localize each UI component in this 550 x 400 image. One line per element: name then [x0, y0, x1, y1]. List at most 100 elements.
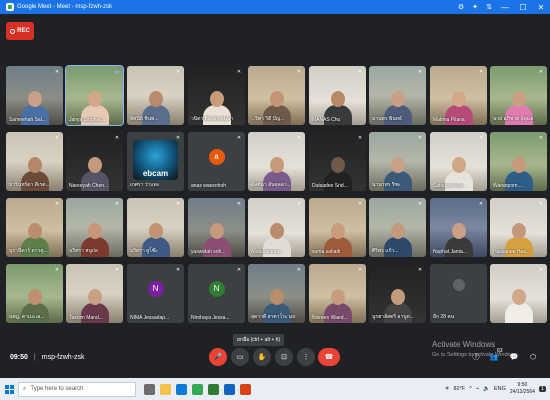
- participant-name: อีก 28 คน: [433, 314, 455, 320]
- participant-tile[interactable]: ✕ yuswidah soh...: [188, 198, 245, 257]
- participant-name: anas waesohoh: [191, 183, 227, 189]
- participant-tile[interactable]: ✕ MANAS Chu: [309, 66, 366, 125]
- avatar: a: [208, 148, 225, 165]
- mic-muted-icon: ✕: [296, 201, 302, 207]
- mic-muted-icon: ✕: [417, 135, 423, 141]
- task-view-icon[interactable]: [144, 383, 155, 395]
- participant-tile[interactable]: ✕ Matima Pilana: [430, 66, 487, 125]
- participant-tile[interactable]: ✕ Nareeyah Chen...: [66, 132, 123, 191]
- chat-button[interactable]: 💬: [508, 352, 520, 364]
- participant-name: ...ริตา วิดี ปัญ...: [251, 116, 285, 122]
- participant-tile[interactable]: ✕ Waranporn ...: [490, 132, 547, 191]
- taskbar-clock[interactable]: 9:50 24/12/2564: [510, 382, 535, 396]
- participant-tile[interactable]: ✕ Nuphat Janta...: [430, 198, 487, 257]
- maximize-button[interactable]: ☐: [514, 3, 532, 12]
- participant-name: สุดาวดี สาตาโระ มณฑ: [251, 314, 295, 320]
- participant-tile[interactable]: ✕ ดีสตินา อับดุลลา...: [248, 132, 305, 191]
- participant-tile[interactable]: ✕ วนิดา ยิ่งสมพงษ์เลา: [188, 66, 245, 125]
- participant-name: นริศรา หนูก่อ: [69, 248, 98, 254]
- participant-tile[interactable]: ✕ นานาพร รีซะ: [369, 132, 426, 191]
- participant-tile[interactable]: ✕ มารินทร์ดา ตีเรต...: [6, 132, 63, 191]
- participant-name: นูรฮาลัสตรี ลาบูด...: [372, 314, 414, 320]
- volume-icon[interactable]: 🔈: [483, 386, 490, 392]
- word-icon[interactable]: [224, 383, 235, 395]
- file-explorer-icon[interactable]: [160, 383, 171, 395]
- sync-icon[interactable]: ⇅: [482, 3, 496, 11]
- more-participants-avatar-icon: [452, 278, 465, 291]
- weather-icon[interactable]: ☀: [445, 386, 450, 392]
- participant-name: วนิดา ยิ่งสมพงษ์เลา: [191, 116, 234, 122]
- participant-tile[interactable]: ✕ Nisreen Waed...: [309, 264, 366, 323]
- participant-tile[interactable]: ✕ Safuucos Mh...: [430, 132, 487, 191]
- participant-name: MANAS Chu: [312, 117, 341, 123]
- participant-tile[interactable]: ✕ นริศรา หนูก่อ: [66, 198, 123, 257]
- start-button[interactable]: [0, 378, 18, 400]
- participant-tile[interactable]: ✕ Abdulrahima...: [248, 198, 305, 257]
- activate-windows-title: Activate Windows: [432, 340, 496, 349]
- participant-name: suma sahadi: [312, 249, 341, 255]
- temperature[interactable]: 82°F: [454, 386, 466, 392]
- more-participants-tile[interactable]: อีก 28 คน: [430, 264, 487, 323]
- participant-tile[interactable]: ✕ Dutsadee Srid...: [309, 132, 366, 191]
- powerpoint-icon[interactable]: [240, 383, 251, 395]
- meet-favicon-icon: [6, 3, 14, 11]
- network-icon[interactable]: ⌁: [476, 386, 479, 392]
- participant-tile[interactable]: ✕: [490, 264, 547, 323]
- meeting-info: 09:50 | msp-fzwh-zsk: [10, 354, 85, 361]
- participant-name: Sameehah Sal...: [9, 117, 46, 123]
- meeting-details-button[interactable]: ⓘ: [470, 352, 482, 364]
- participant-tile[interactable]: ✕ มานพร พินทธ์: [369, 66, 426, 125]
- participant-tile[interactable]: ✕ นพฎ. ตาเมะเล...: [6, 264, 63, 323]
- recording-badge[interactable]: REC: [6, 22, 34, 40]
- mic-muted-icon: ✕: [175, 69, 181, 75]
- participant-tile[interactable]: ✕ ...ริตา วิดี ปัญ...: [248, 66, 305, 125]
- more-options-button[interactable]: ⋮: [297, 348, 315, 366]
- webcam-logo-image: ebcam: [133, 140, 178, 180]
- excel-icon[interactable]: [208, 383, 219, 395]
- participant-tile[interactable]: ▮▮▮ Janya Singhat...: [65, 65, 124, 126]
- edge-icon[interactable]: [176, 383, 187, 395]
- language-indicator[interactable]: ENG: [494, 386, 506, 392]
- minimize-button[interactable]: —: [496, 3, 514, 12]
- mic-muted-icon: ✕: [357, 69, 363, 75]
- raise-hand-button[interactable]: ✋: [253, 348, 271, 366]
- hand-icon: ✋: [257, 354, 267, 361]
- chrome-icon[interactable]: [192, 383, 203, 395]
- participant-tile[interactable]: ✕ ทัศนีย์ ชินพ...: [127, 66, 184, 125]
- mic-muted-icon: ✕: [417, 267, 423, 273]
- mic-muted-icon: ✕: [357, 135, 363, 141]
- participant-tile[interactable]: ebcam ✕ เกศรา ว่าแดะ: [127, 132, 184, 191]
- participant-tile[interactable]: N ✕ NIMA Jessadap...: [127, 264, 184, 323]
- participant-tile[interactable]: ✕ นาฝ อภิชาต ผู้ดูแล: [490, 66, 547, 125]
- more-vert-icon: ⋮: [302, 354, 310, 361]
- search-icon: ⌕: [23, 385, 27, 392]
- taskbar-search-box[interactable]: ⌕ Type here to search: [18, 381, 136, 397]
- mic-muted-icon: ✕: [538, 135, 544, 141]
- tray-chevron-icon[interactable]: ^: [469, 386, 472, 392]
- mic-muted-icon: ✕: [538, 69, 544, 75]
- close-button[interactable]: ✕: [532, 3, 550, 12]
- participant-tile[interactable]: a ✕ anas waesohoh: [188, 132, 245, 191]
- leave-call-button[interactable]: ☎: [318, 348, 340, 366]
- mic-toggle-button[interactable]: 🎤: [209, 348, 227, 366]
- participant-name: นพฎ. ตาเมะเล...: [9, 314, 45, 320]
- participant-tile[interactable]: ✕ Tasnim Mand...: [66, 264, 123, 323]
- participant-tile[interactable]: ✕ suma sahadi: [309, 198, 366, 257]
- mic-muted-icon: ✕: [417, 69, 423, 75]
- participant-tile[interactable]: ✕ ศิริพร แก้ว...: [369, 198, 426, 257]
- mic-muted-icon: ✕: [114, 201, 120, 207]
- participant-tile[interactable]: ✕ นริศรา ยูโซ๊ะ: [127, 198, 184, 257]
- participant-tile[interactable]: ✕ นูรฮาลัสตรี ลาบูด...: [369, 264, 426, 323]
- participant-name: เกศรา ว่าแดะ: [130, 182, 160, 188]
- present-button[interactable]: ⊡: [275, 348, 293, 366]
- participant-tile[interactable]: ✕ Sameehah Sal...: [6, 66, 63, 125]
- participant-tile[interactable]: N ✕ Nirohaya Jessa...: [188, 264, 245, 323]
- participant-tile[interactable]: ✕ Hassanee Hes...: [490, 198, 547, 257]
- notifications-badge[interactable]: 1: [538, 386, 546, 392]
- activities-button[interactable]: ⬡: [527, 352, 539, 364]
- participant-tile[interactable]: ✕ สุดาวดี สาตาโระ มณฑ: [248, 264, 305, 323]
- participant-tile[interactable]: ✕ นูรานีดาร์ ดาวดู...: [6, 198, 63, 257]
- extension-puzzle-icon[interactable]: ✦: [468, 3, 482, 11]
- camera-toggle-button[interactable]: ▭: [231, 348, 249, 366]
- extension-icon[interactable]: ⚙: [454, 3, 468, 11]
